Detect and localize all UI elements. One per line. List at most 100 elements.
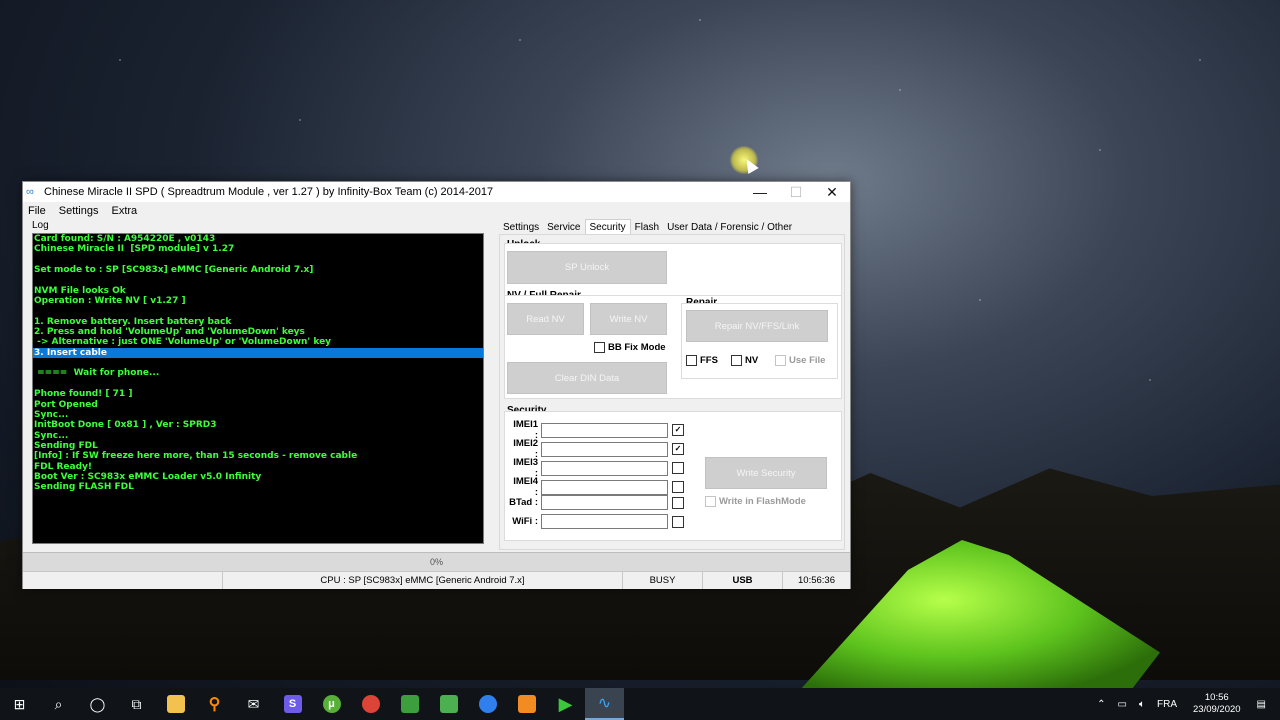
menu-file[interactable]: File	[28, 205, 46, 217]
mail-icon[interactable]: ✉	[234, 688, 273, 720]
log-line: ==== Wait for phone...	[34, 368, 160, 379]
progress-bar: 0%	[23, 552, 850, 571]
write-in-flashmode-label: Write in FlashMode	[719, 496, 806, 507]
write-in-flashmode-box	[705, 496, 716, 507]
imei3-checkbox[interactable]	[672, 462, 684, 474]
tab-security[interactable]: Security	[584, 219, 631, 235]
status-state: BUSY	[623, 572, 703, 589]
title-bar[interactable]: ∞ Chinese Miracle II SPD ( Spreadtrum Mo…	[23, 182, 850, 202]
wifi-label: WiFi :	[512, 516, 538, 527]
ffs-box	[686, 355, 697, 366]
log-line: Card found: S/N : A954220E , v0143	[34, 234, 216, 244]
app-green-file2-icon[interactable]	[429, 688, 468, 720]
search-app-icon[interactable]: ⚲	[195, 688, 234, 720]
maximize-button[interactable]: ☐	[778, 182, 814, 202]
write-in-flashmode-checkbox[interactable]: Write in FlashMode	[705, 496, 806, 507]
cortana-icon[interactable]: ◯	[78, 688, 117, 720]
bb-fix-mode-label: BB Fix Mode	[608, 342, 666, 353]
volume-icon[interactable]: 🔈︎	[1139, 699, 1145, 710]
btad-checkbox[interactable]	[672, 496, 684, 509]
menu-bar: File Settings Extra	[23, 202, 850, 219]
close-button[interactable]: ✕	[814, 182, 850, 202]
log-line: Sending FDL	[34, 440, 98, 451]
ffs-label: FFS	[700, 355, 718, 366]
bb-fix-mode-checkbox[interactable]: BB Fix Mode	[594, 342, 666, 353]
log-line: Port Opened	[34, 399, 98, 410]
system-tray: ⌃ ▭ 🔈︎ FRA 10:56 23/09/2020 ▤	[1091, 688, 1280, 720]
bb-fix-mode-box	[594, 342, 605, 353]
menu-extra[interactable]: Extra	[111, 205, 137, 217]
nv-box	[731, 355, 742, 366]
imei4-input[interactable]	[541, 479, 668, 495]
use-file-checkbox[interactable]: Use File	[775, 355, 825, 366]
search-icon[interactable]: ⌕	[39, 688, 78, 720]
btad-label: BTad :	[509, 497, 538, 508]
language-indicator[interactable]: FRA	[1157, 699, 1177, 710]
imei2-input[interactable]	[541, 441, 668, 457]
log-line: FDL Ready!	[34, 461, 93, 472]
file-explorer-icon[interactable]	[156, 688, 195, 720]
imei1-input[interactable]	[541, 422, 668, 438]
read-nv-button[interactable]: Read NV	[507, 303, 584, 335]
imei4-checkbox[interactable]	[672, 481, 684, 493]
imei1-checkbox[interactable]: ✓	[672, 424, 684, 436]
log-line: 3. Insert cable	[33, 347, 483, 359]
log-line: -> Alternative : just ONE 'VolumeUp' or …	[34, 337, 332, 348]
app-s-icon[interactable]: S	[273, 688, 312, 720]
use-file-box	[775, 355, 786, 366]
taskbar: ⊞ ⌕ ◯ ⧉ ⚲ ✉ S μ ▶ ∿ ⌃ ▭ 🔈︎ FRA 10:56 23/…	[0, 688, 1280, 720]
log-line: 1. Remove battery. Insert battery back	[34, 316, 232, 327]
progress-text: 0%	[429, 557, 443, 567]
status-cpu: CPU : SP [SC983x] eMMC [Generic Android …	[223, 572, 623, 589]
log-label: Log	[32, 220, 49, 231]
log-line: 2. Press and hold 'VolumeUp' and 'Volume…	[34, 327, 305, 338]
repair-nv-ffs-link-button[interactable]: Repair NV/FFS/Link	[686, 310, 828, 342]
notification-icon[interactable]: ▤	[1257, 699, 1266, 710]
log-line: Sync...	[34, 409, 69, 420]
nv-checkbox[interactable]: NV	[731, 355, 758, 366]
clear-din-button[interactable]: Clear DIN Data	[507, 362, 667, 394]
log-line: NVM File looks Ok	[34, 285, 126, 296]
utorrent-icon[interactable]: μ	[312, 688, 351, 720]
imei2-checkbox[interactable]: ✓	[672, 443, 684, 455]
sp-unlock-button[interactable]: SP Unlock	[507, 251, 667, 284]
write-security-button[interactable]: Write Security	[705, 457, 827, 489]
clock[interactable]: 10:56 23/09/2020	[1193, 692, 1241, 716]
clock-time: 10:56	[1204, 692, 1229, 703]
log-line: Chinese Miracle II [SPD module] v 1.27	[34, 244, 235, 255]
wifi-checkbox[interactable]	[672, 515, 684, 528]
ffs-checkbox[interactable]: FFS	[686, 355, 718, 366]
log-line: InitBoot Done [ 0x81 ] , Ver : SPRD3	[34, 420, 217, 431]
btad-input[interactable]	[541, 495, 668, 510]
menu-settings[interactable]: Settings	[59, 205, 99, 217]
app-window: ∞ Chinese Miracle II SPD ( Spreadtrum Mo…	[22, 181, 851, 589]
chevron-up-icon[interactable]: ⌃	[1097, 699, 1105, 710]
log-line: Sync...	[34, 430, 69, 441]
nv-label: NV	[745, 355, 759, 366]
play-icon[interactable]: ▶	[546, 688, 585, 720]
log-line: Phone found! [ 71 ]	[34, 389, 133, 400]
start-windows-icon[interactable]: ⊞	[0, 688, 39, 720]
app-blue-circle-icon[interactable]	[468, 688, 507, 720]
log-line: Sending FLASH FDL	[34, 482, 134, 493]
imei3-input[interactable]	[541, 460, 668, 476]
infinity-app-icon[interactable]: ∿	[585, 688, 624, 720]
write-nv-button[interactable]: Write NV	[590, 303, 667, 335]
app-green-file-icon[interactable]	[390, 688, 429, 720]
infinity-icon: ∞	[26, 186, 34, 198]
chrome-icon[interactable]	[351, 688, 390, 720]
window-title: Chinese Miracle II SPD ( Spreadtrum Modu…	[44, 186, 494, 198]
status-time: 10:56:36	[798, 575, 835, 586]
minimize-button[interactable]: —	[742, 182, 778, 202]
task-view-icon[interactable]: ⧉	[117, 688, 156, 720]
log-line: Set mode to : SP [SC983x] eMMC [Generic …	[34, 265, 314, 276]
network-icon[interactable]: ▭	[1118, 699, 1127, 710]
wifi-input[interactable]	[541, 514, 668, 529]
log-panel[interactable]: Card found: S/N : A954220E , v0143 Chines…	[32, 233, 484, 544]
app-orange-icon[interactable]	[507, 688, 546, 720]
btad-row: BTad :	[508, 495, 684, 510]
